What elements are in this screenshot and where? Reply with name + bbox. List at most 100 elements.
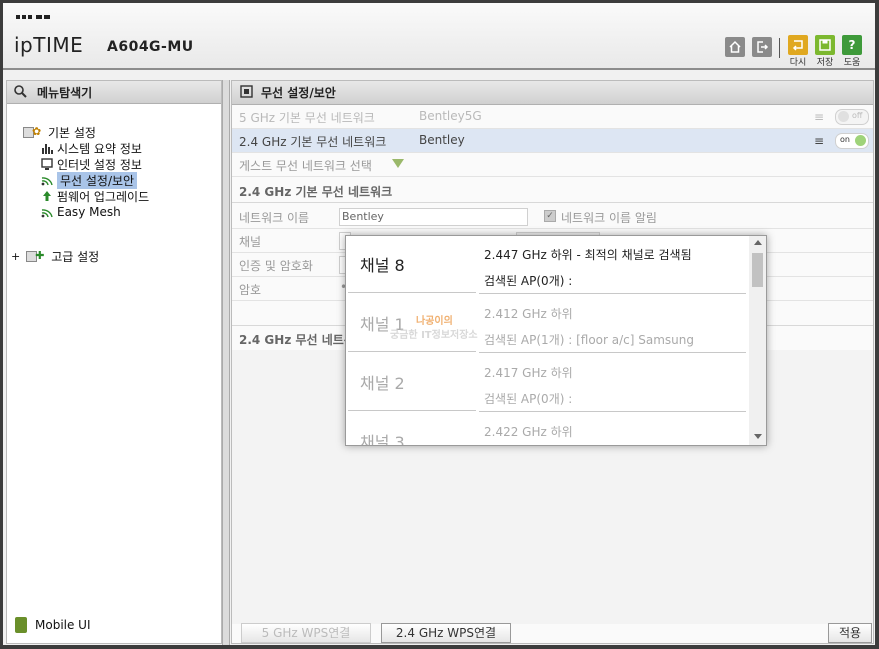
mobile-ui-link[interactable]: Mobile UI <box>15 617 91 633</box>
sidebar-item-label: Easy Mesh <box>57 205 121 219</box>
channel-label: 채널 <box>239 235 262 249</box>
field-network-name: 네트워크 이름 Bentley ✓ 네트워크 이름 알림 <box>232 205 873 229</box>
channel-ap-count: 검색된 AP(0개) : <box>484 392 573 406</box>
network-row-24ghz[interactable]: 2.4 GHz 기본 무선 네트워크 Bentley ≡ on <box>232 129 873 153</box>
header-separator <box>779 38 780 58</box>
auth-label: 인증 및 암호화 <box>239 259 313 273</box>
save-icon[interactable] <box>815 35 835 55</box>
window-icon <box>240 84 253 101</box>
channel-name: 채널 8 <box>348 236 476 293</box>
menu-explorer-panel: 메뉴탐색기 ✿ 기본 설정 시스템 요약 정보 인터넷 설정 정보 무선 설정/… <box>6 80 222 644</box>
undo-icon[interactable] <box>788 35 808 55</box>
logo-dots-icon <box>16 15 50 19</box>
toggle-knob <box>855 135 866 146</box>
gear-icon: ✿ <box>32 125 42 138</box>
guest-network-select[interactable]: 게스트 무선 네트워크 선택 <box>232 153 873 177</box>
wps-24ghz-button[interactable]: 2.4 GHz WPS연결 <box>381 623 511 643</box>
menu-explorer-header: 메뉴탐색기 <box>7 81 221 104</box>
apply-button[interactable]: 적용 <box>828 623 872 643</box>
channel-frequency: 2.422 GHz 하위 <box>484 425 573 439</box>
tree-basic-settings[interactable]: ✿ 기본 설정 <box>23 124 96 140</box>
section-24ghz-basic: 2.4 GHz 기본 무선 네트워크 <box>232 178 873 203</box>
network-name-input[interactable]: Bentley <box>339 208 528 226</box>
sidebar-item-internet-info[interactable]: 인터넷 설정 정보 <box>41 156 142 172</box>
sidebar-item-label: 시스템 요약 정보 <box>57 141 142 156</box>
network-ssid: Bentley5G <box>419 109 482 123</box>
toggle-knob <box>838 111 849 122</box>
channel-frequency: 2.412 GHz 하위 <box>484 307 573 321</box>
channel-ap-count: 검색된 AP(1개) : [floor a/c] Samsung <box>484 333 694 347</box>
bar-chart-icon <box>41 142 53 154</box>
sidebar-item-wireless-security[interactable]: 무선 설정/보안 <box>41 171 138 189</box>
channel-select-popup: 채널 8 2.447 GHz 하위 - 최적의 채널로 검색됨 검색된 AP(0… <box>345 235 767 446</box>
network-name-label: 네트워크 이름 <box>239 211 310 225</box>
network-ssid: Bentley <box>419 133 465 147</box>
undo-label: 다시 <box>789 58 807 68</box>
sidebar-item-firmware-upgrade[interactable]: 펌웨어 업그레이드 <box>41 188 149 204</box>
network-row-5ghz[interactable]: 5 GHz 기본 무선 네트워크 Bentley5G ≡ off <box>232 105 873 129</box>
channel-name: 채널 1 <box>348 295 476 352</box>
header-bar: ipTIME A604G-MU 다시 저장 ? 도움 <box>3 3 875 70</box>
tree-basic-label: 기본 설정 <box>48 125 96 140</box>
channel-name: 채널 3 <box>348 413 476 445</box>
channel-option[interactable]: 채널 1 2.412 GHz 하위 검색된 AP(1개) : [floor a/… <box>348 295 746 353</box>
network-label: 5 GHz 기본 무선 네트워크 <box>239 111 375 125</box>
monitor-icon <box>41 158 53 170</box>
watermark-line2: 궁금한 IT정보저장소 <box>390 330 478 341</box>
channel-frequency: 2.417 GHz 하위 <box>484 366 573 380</box>
sidebar-item-system-summary[interactable]: 시스템 요약 정보 <box>41 140 142 156</box>
channel-info: 2.422 GHz 하위 <box>479 413 746 445</box>
toggle-state: off <box>852 111 863 120</box>
panel-splitter[interactable] <box>222 80 230 645</box>
chevron-down-icon[interactable] <box>392 159 404 168</box>
channel-info: 2.417 GHz 하위 검색된 AP(0개) : <box>479 354 746 412</box>
broadcast-label: 네트워크 이름 알림 <box>561 211 657 225</box>
upgrade-icon <box>41 190 53 202</box>
tree-advanced-label: 고급 설정 <box>51 249 100 264</box>
tree-advanced-settings[interactable]: + ✚ 고급 설정 <box>11 248 99 264</box>
logout-icon[interactable] <box>752 37 772 57</box>
broadcast-checkbox[interactable]: ✓ <box>544 210 556 222</box>
section-title: 2.4 GHz 기본 무선 네트워크 <box>239 185 393 199</box>
watermark-line1: 나공이의 <box>416 316 453 327</box>
toggle-state: on <box>840 135 850 144</box>
plus-icon: ✚ <box>35 249 45 262</box>
menu-explorer-title: 메뉴탐색기 <box>37 85 93 100</box>
toggle-switch[interactable]: on <box>835 133 869 149</box>
help-label: 도움 <box>843 58 861 68</box>
sidebar-item-label: 무선 설정/보안 <box>57 171 138 189</box>
mesh-icon <box>41 206 53 218</box>
brand-logo: ipTIME <box>14 33 84 57</box>
help-icon[interactable]: ? <box>842 35 862 55</box>
page-title: 무선 설정/보안 <box>261 86 336 100</box>
expand-plus-icon: + <box>11 249 21 263</box>
scroll-thumb[interactable] <box>752 253 763 287</box>
home-icon[interactable] <box>725 37 745 57</box>
mobile-phone-icon <box>15 617 27 633</box>
toggle-switch[interactable]: off <box>835 109 869 125</box>
popup-scrollbar[interactable] <box>749 236 766 445</box>
channel-info: 2.447 GHz 하위 - 최적의 채널로 검색됨 검색된 AP(0개) : <box>479 236 746 294</box>
magnifier-icon <box>13 84 27 101</box>
scroll-down-arrow-icon[interactable] <box>754 434 762 439</box>
sidebar-item-label: 인터넷 설정 정보 <box>57 157 142 172</box>
sidebar-item-easy-mesh[interactable]: Easy Mesh <box>41 204 121 220</box>
channel-ap-count: 검색된 AP(0개) : <box>484 274 573 288</box>
guest-select-label: 게스트 무선 네트워크 선택 <box>239 159 372 173</box>
sidebar-item-label: 펌웨어 업그레이드 <box>57 189 150 204</box>
network-label: 2.4 GHz 기본 무선 네트워크 <box>239 135 387 149</box>
channel-option[interactable]: 채널 8 2.447 GHz 하위 - 최적의 채널로 검색됨 검색된 AP(0… <box>348 236 746 294</box>
model-name: A604G-MU <box>107 39 194 55</box>
save-label: 저장 <box>816 58 834 68</box>
wps-5ghz-button[interactable]: 5 GHz WPS연결 <box>241 623 371 643</box>
filter-lock-icon[interactable]: ≡ <box>814 134 824 148</box>
scroll-up-arrow-icon[interactable] <box>754 240 762 245</box>
filter-lock-icon[interactable]: ≡ <box>814 110 824 124</box>
channel-option[interactable]: 채널 2 2.417 GHz 하위 검색된 AP(0개) : <box>348 354 746 412</box>
mobile-ui-label: Mobile UI <box>35 618 91 632</box>
wifi-icon <box>41 174 53 186</box>
channel-info: 2.412 GHz 하위 검색된 AP(1개) : [floor a/c] Sa… <box>479 295 746 353</box>
password-label: 암호 <box>239 283 262 297</box>
channel-option[interactable]: 채널 3 2.422 GHz 하위 <box>348 413 746 445</box>
content-header: 무선 설정/보안 <box>232 81 873 105</box>
